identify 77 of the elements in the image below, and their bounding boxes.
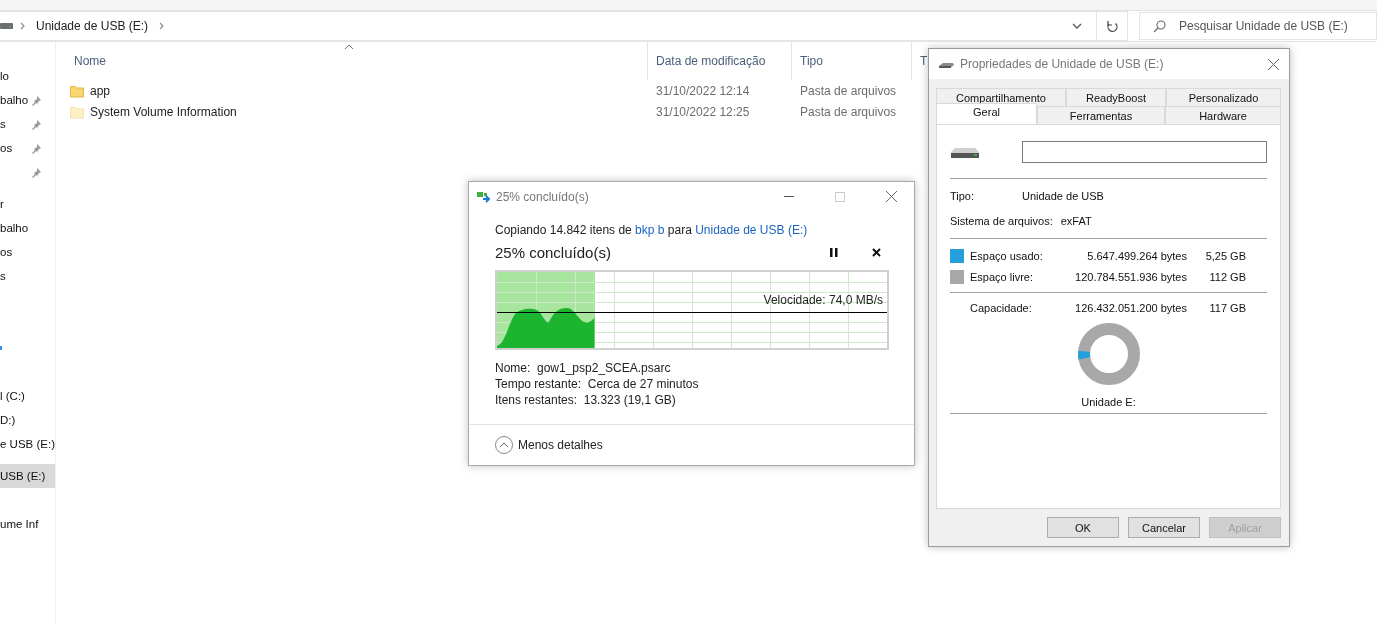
source-link[interactable]: bkp b	[635, 223, 665, 237]
maximize-icon	[835, 191, 845, 202]
sidebar-item[interactable]: USB (E:)	[0, 464, 55, 488]
tab[interactable]: Compartilhamento	[936, 88, 1066, 106]
field-label: Tipo:	[950, 189, 976, 202]
sidebar-item[interactable]: e USB (E:)	[0, 432, 55, 456]
sidebar-item[interactable]: l (C:)	[0, 384, 55, 408]
sidebar-item[interactable]: os	[0, 240, 55, 264]
usage-bytes: 120.784.551.936 bytes	[1074, 269, 1187, 285]
copy-icon	[477, 190, 491, 203]
date-cell-text: 31/10/2022 12:25	[655, 104, 751, 119]
sidebar-item[interactable]: D:)	[0, 408, 55, 432]
sidebar-item[interactable]: os	[0, 136, 55, 160]
capacity-label: Capacidade:	[970, 300, 1033, 316]
sidebar-item[interactable]: r	[0, 192, 55, 216]
search-icon	[1153, 20, 1166, 33]
copy-summary: Copiando 14.842 itens de bkp b para Unidade de USB (E:)	[495, 223, 809, 237]
folder-icon	[70, 104, 84, 119]
sidebar-item[interactable]: s	[0, 264, 55, 288]
progress-heading: 25% concluído(s)	[495, 243, 612, 261]
sidebar-item[interactable]: s	[0, 112, 55, 136]
disk-usage-donut	[1076, 322, 1141, 386]
close-icon	[885, 191, 897, 202]
detail-line: Itens restantes: 13.323 (19,1 GB)	[495, 393, 677, 409]
field-label: Sistema de arquivos:	[950, 214, 1053, 227]
file-name[interactable]: System Volume Information	[67, 104, 648, 119]
sidebar-item[interactable]: ume Inf	[0, 512, 55, 536]
capacity-bytes: 126.432.051.200 bytes	[1074, 300, 1187, 316]
column-header[interactable]: Tipo	[792, 42, 912, 80]
tab[interactable]: Geral	[936, 103, 1037, 124]
tab[interactable]: ReadyBoost	[1066, 88, 1166, 106]
sidebar-item[interactable]: balho	[0, 88, 55, 112]
minimize-icon	[784, 196, 794, 197]
destination-link[interactable]: Unidade de USB (E:)	[695, 223, 808, 237]
column-header[interactable]: T	[912, 42, 928, 80]
usage-label: Espaço livre:	[970, 269, 1034, 285]
drive-label: Unidade E:	[1081, 396, 1136, 408]
search-field[interactable]: Pesquisar Unidade de USB (E:)	[1139, 12, 1377, 40]
drive-icon	[0, 20, 13, 32]
column-header[interactable]: Data de modificação	[648, 42, 792, 80]
type-cell-text: Pasta de arquivos	[799, 83, 898, 98]
dropdown-icon[interactable]	[1072, 22, 1082, 30]
window-title: Propriedades de Unidade de USB (E:)	[960, 57, 1165, 71]
folder-icon	[70, 83, 84, 98]
file-name[interactable]: app	[67, 83, 648, 98]
capacity-size: 117 GB	[1208, 300, 1246, 316]
usage-size: 5,25 GB	[1204, 248, 1246, 264]
dialog-button[interactable]: OK	[1047, 517, 1119, 538]
sidebar-item[interactable]: balho	[0, 216, 55, 240]
field-value: exFAT	[1060, 214, 1092, 227]
chevron-up-icon	[495, 436, 513, 454]
tab[interactable]: Hardware	[1165, 106, 1281, 124]
chevron-icon	[159, 22, 165, 30]
pause-icon	[830, 247, 838, 257]
column-header[interactable]: Nome	[67, 42, 648, 80]
details-toggle[interactable]: Menos detalhes	[495, 436, 603, 454]
chevron-icon	[20, 22, 25, 30]
window-title: 25% concluído(s)	[496, 189, 590, 204]
detail-line: Nome: gow1_psp2_SCEA.psarc	[495, 361, 672, 377]
usage-size: 112 GB	[1208, 269, 1246, 285]
speed-label: Velocidade: 74,0 MB/s	[763, 293, 883, 307]
close-icon	[871, 247, 881, 257]
dialog-button[interactable]: Cancelar	[1128, 517, 1200, 538]
usage-bytes: 5.647.499.264 bytes	[1086, 248, 1187, 264]
date-cell-text: 31/10/2022 12:14	[655, 83, 751, 98]
close-icon	[1267, 58, 1279, 70]
sidebar-item[interactable]: lo	[0, 64, 55, 88]
breadcrumb-item[interactable]: Unidade de USB (E:)	[32, 19, 153, 33]
usage-label: Espaço usado:	[970, 248, 1044, 264]
detail-line: Tempo restante: Cerca de 27 minutos	[495, 377, 700, 393]
name-field[interactable]	[1022, 140, 1267, 163]
tab[interactable]: Personalizado	[1166, 88, 1281, 106]
refresh-icon	[1106, 20, 1118, 32]
type-cell-text: Pasta de arquivos	[799, 104, 898, 119]
sort-caret-icon	[344, 44, 354, 50]
tab[interactable]: Ferramentas	[1037, 106, 1165, 124]
field-value: Unidade de USB	[1022, 189, 1104, 202]
